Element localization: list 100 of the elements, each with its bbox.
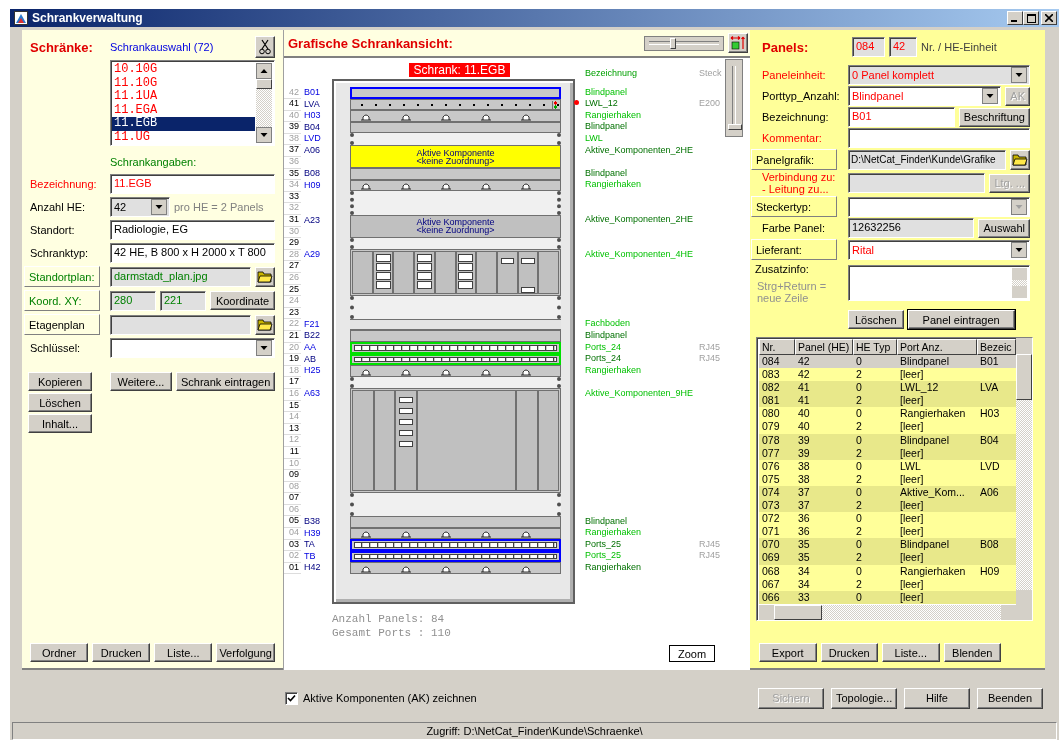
footer-button[interactable]: Blenden [943,643,1001,662]
text-field[interactable]: B01 [848,107,955,127]
patch-panel[interactable] [350,342,561,354]
slider-handle[interactable] [728,124,742,130]
table-row[interactable]: 079 40 2 [leer] [759,420,1016,434]
field-label-button[interactable]: Lieferant: [751,239,837,260]
dropdown[interactable]: Rital [848,239,1030,260]
component-chassis[interactable] [350,249,561,296]
file-path-field[interactable]: darmstadt_plan.jpg [110,266,251,287]
cabinet-list-item[interactable]: 11.EGB [112,117,255,131]
coordinate-button[interactable]: Koordinate [210,291,275,310]
table-row[interactable]: 080 40 0 Rangierhaken H03 [759,407,1016,421]
active-component[interactable]: Aktive Komponente <keine Zuordnung> [350,214,561,238]
dropdown[interactable] [848,196,1030,217]
table-row[interactable]: 081 41 2 [leer] [759,394,1016,408]
table-row[interactable]: 083 42 2 [leer] [759,368,1016,382]
memo-field[interactable] [848,264,1030,301]
coordinate-field[interactable]: 221 [160,290,206,311]
checkbox[interactable] [285,691,298,705]
footer-button[interactable]: Liste... [882,643,940,662]
footer-button[interactable]: Drucken [92,643,151,662]
vertical-slider[interactable] [725,59,743,137]
scroll-up-icon[interactable] [256,63,272,79]
blank-panel[interactable] [350,168,561,180]
dialog-button[interactable]: Beenden [977,687,1043,709]
cabinet-list[interactable]: 10.10G 11.10G 11.1UA 11.EGA 11.EGB 11.UG [110,60,275,146]
scrollbar[interactable] [1012,267,1027,298]
footer-button[interactable]: Drucken [820,643,878,662]
cable-hook-panel[interactable] [350,365,561,377]
cabinet-list-item[interactable]: 11.EGA [112,103,255,117]
field-label-button[interactable]: Standortplan: [24,266,100,287]
scroll-thumb[interactable] [256,79,272,89]
blank-panel[interactable] [350,87,561,99]
open-folder-button[interactable] [1010,149,1030,170]
field-button[interactable]: Auswahl [978,218,1030,238]
cut-button[interactable] [255,36,275,58]
table-row[interactable]: 084 42 0 Blindpanel B01 [759,355,1016,369]
action-button[interactable]: Kopieren [28,372,92,391]
active-component[interactable]: Aktive Komponente <keine Zuordnung> [350,144,561,169]
scroll-thumb[interactable] [1016,354,1032,400]
footer-button[interactable]: Verfolgung [216,643,275,662]
scroll-down-icon[interactable] [256,127,272,143]
coordinate-field[interactable]: 280 [110,290,156,311]
table-row[interactable]: 069 35 2 [leer] [759,551,1016,565]
action-button[interactable]: Inhalt... [28,414,92,433]
fit-view-button[interactable] [728,33,748,53]
dropdown[interactable]: 42 [110,197,170,217]
open-folder-button[interactable] [255,314,275,335]
empty-rack-slot[interactable] [350,295,561,319]
cable-hook-panel[interactable] [350,110,561,122]
text-field[interactable]: 12632256 [848,218,975,238]
dialog-button[interactable]: Topologie... [831,687,897,709]
dropdown[interactable] [110,338,275,358]
file-path-field[interactable]: D:\NetCat_Finder\Kunde\Grafike [848,149,1006,170]
table-row[interactable]: 073 37 2 [leer] [759,499,1016,513]
panel-action-button[interactable]: Panel eintragen [907,310,1015,329]
slider-handle[interactable] [670,37,677,49]
panel-action-button[interactable]: Löschen [848,310,904,329]
table-row[interactable]: 070 35 0 Blindpanel B08 [759,538,1016,552]
footer-button[interactable]: Export [759,643,817,662]
patch-panel[interactable] [350,539,561,551]
cable-hook-panel[interactable] [350,562,561,574]
field-label-button[interactable]: Steckertyp: [751,196,837,217]
column-header[interactable]: Panel (HE) [795,339,853,355]
draw-active-components-checkbox[interactable]: Aktive Komponenten (AK) zeichnen [285,691,758,705]
table-row[interactable]: 082 41 0 LWL_12 LVA [759,381,1016,395]
field-label-button[interactable]: Etagenplan [24,314,100,335]
column-header[interactable]: Bezeic [977,339,1016,355]
column-header[interactable]: Nr. [759,339,795,355]
open-folder-button[interactable] [255,266,275,287]
action-button[interactable]: Löschen [28,393,92,412]
text-field[interactable]: Radiologie, EG [110,220,275,240]
footer-button[interactable]: Ordner [30,643,89,662]
field-button[interactable]: Beschriftung [958,107,1030,127]
table-row[interactable]: 072 36 0 [leer] [759,512,1016,526]
text-field[interactable]: 42 HE, B 800 x H 2000 x T 800 [110,243,275,263]
text-field[interactable]: 11.EGB [110,174,275,194]
action-button[interactable]: Schrank eintragen [176,372,275,391]
cabinet-list-item[interactable]: 10.10G [112,63,255,77]
dialog-button[interactable]: Hilfe [904,687,970,709]
table-row[interactable]: 071 36 2 [leer] [759,525,1016,539]
column-header[interactable]: Port Anz. [897,339,977,355]
field-label-button[interactable]: Panelgrafik: [751,149,837,170]
minimize-button[interactable] [1007,11,1023,25]
cabinet-list-item[interactable]: 11.10G [112,76,255,90]
zoom-slider[interactable] [644,35,724,51]
zoom-button[interactable]: Zoom [669,645,715,662]
close-button[interactable] [1041,11,1057,25]
scroll-thumb[interactable] [774,605,822,620]
column-header[interactable]: HE Typ [853,339,897,355]
text-field[interactable] [848,173,986,193]
cabinet-list-item[interactable]: 11.UG [112,130,255,144]
text-field[interactable] [848,128,1030,148]
action-button[interactable]: Weitere... [110,372,172,391]
file-path-field[interactable] [110,314,251,335]
maximize-button[interactable] [1023,11,1039,25]
field-label-button[interactable]: Koord. XY: [24,290,100,311]
cabinet-list-item[interactable]: 11.1UA [112,90,255,104]
footer-button[interactable]: Liste... [154,643,213,662]
empty-rack-slot[interactable] [350,492,561,517]
